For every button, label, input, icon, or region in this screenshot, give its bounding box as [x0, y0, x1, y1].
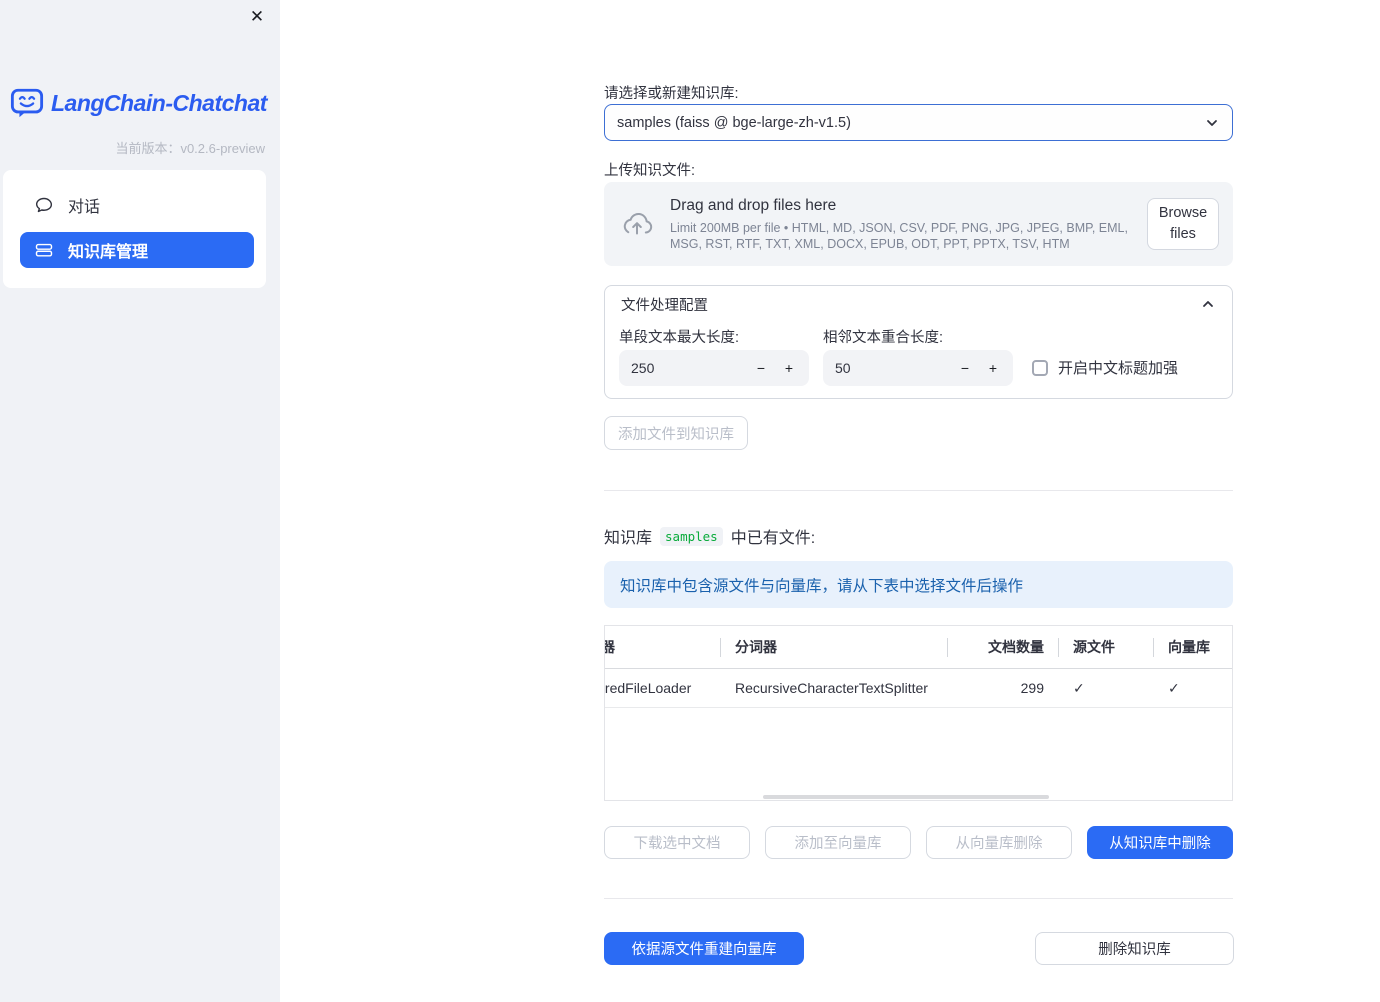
- chunk-size-input[interactable]: 250 − +: [619, 350, 809, 386]
- file-actions-row: 下载选中文档 添加至向量库 从向量库删除 从知识库中删除: [604, 826, 1233, 859]
- sidebar-item-dialogue[interactable]: 对话: [20, 187, 254, 223]
- app-title: LangChain-Chatchat: [51, 89, 267, 116]
- rebuild-vector-store-button[interactable]: 依据源文件重建向量库: [604, 932, 804, 965]
- existing-files-heading: 知识库 samples 中已有文件:: [604, 524, 815, 548]
- dropzone-title: Drag and drop files here: [670, 196, 837, 214]
- divider: [604, 490, 1233, 491]
- chunk-overlap-input[interactable]: 50 − +: [823, 350, 1013, 386]
- file-config-title: 文件处理配置: [621, 297, 708, 314]
- kb-select-dropdown[interactable]: samples (faiss @ bge-large-zh-v1.5): [604, 104, 1233, 141]
- chunk-overlap-value: 50: [835, 360, 851, 376]
- chunk-overlap-minus-button[interactable]: −: [951, 352, 979, 384]
- chevron-down-icon: [1204, 115, 1220, 131]
- sidebar-item-label: 知识库管理: [68, 244, 149, 261]
- info-alert: 知识库中包含源文件与向量库，请从下表中选择文件后操作: [604, 561, 1233, 608]
- browse-files-button[interactable]: Browse files: [1147, 198, 1219, 250]
- chat-bubble-icon: [34, 195, 54, 215]
- table-horizontal-scrollbar[interactable]: [763, 795, 1049, 799]
- download-selected-button[interactable]: 下载选中文档: [604, 826, 750, 859]
- cell-vector-store-check: ✓: [1168, 679, 1180, 696]
- cloud-upload-icon: [620, 210, 654, 238]
- header-doc-count[interactable]: 文档数量: [947, 626, 1058, 668]
- chunk-overlap-plus-button[interactable]: +: [979, 352, 1007, 384]
- zh-title-enhance-row: 开启中文标题加强: [1032, 357, 1178, 378]
- main-content: 请选择或新建知识库: samples (faiss @ bge-large-zh…: [604, 0, 1234, 1002]
- zh-title-enhance-label[interactable]: 开启中文标题加强: [1058, 357, 1178, 378]
- divider: [604, 898, 1233, 899]
- kb-name-code-chip: samples: [660, 526, 723, 546]
- dropzone-limit-text: Limit 200MB per file • HTML, MD, JSON, C…: [670, 220, 1128, 251]
- table-header-row: 文档加载器 分词器 文档数量 源文件 向量库: [605, 626, 1232, 669]
- kb-select-value: samples (faiss @ bge-large-zh-v1.5): [617, 114, 851, 131]
- chunk-size-value: 250: [631, 360, 655, 376]
- file-config-expander-header[interactable]: 文件处理配置: [605, 286, 1232, 322]
- delete-kb-button[interactable]: 删除知识库: [1035, 932, 1234, 965]
- kb-files-grid: 文档加载器 分词器 文档数量 源文件 向量库 UnstructuredFileL…: [604, 626, 1232, 708]
- version-text: 当前版本：v0.2.6-preview: [115, 141, 265, 156]
- delete-from-vector-store-button[interactable]: 从向量库删除: [926, 826, 1072, 859]
- cell-splitter: RecursiveCharacterTextSplitter: [735, 680, 928, 696]
- sidebar-close-icon[interactable]: ✕: [246, 6, 268, 28]
- chunk-size-label: 单段文本最大长度:: [619, 330, 740, 346]
- file-dropzone[interactable]: Drag and drop files here Limit 200MB per…: [604, 182, 1233, 266]
- kb-select-label: 请选择或新建知识库:: [604, 86, 739, 102]
- sidebar: ✕ LangChain-Chatchat 当前版本：v0.2.6-preview…: [0, 0, 280, 1002]
- sidebar-item-knowledge-base[interactable]: 知识库管理: [20, 232, 254, 268]
- app-logo: LangChain-Chatchat: [10, 87, 267, 119]
- info-alert-text: 知识库中包含源文件与向量库，请从下表中选择文件后操作: [620, 577, 1024, 595]
- add-to-vector-store-button[interactable]: 添加至向量库: [765, 826, 911, 859]
- chevron-up-icon: [1200, 296, 1216, 312]
- header-doc-loader[interactable]: 文档加载器: [605, 626, 720, 668]
- sidebar-nav-card: 对话 知识库管理: [3, 170, 266, 288]
- sidebar-item-label: 对话: [68, 199, 101, 216]
- header-source-file[interactable]: 源文件: [1058, 626, 1153, 668]
- cell-doc-loader: UnstructuredFileLoader: [604, 680, 692, 696]
- stacked-list-icon: [34, 240, 54, 260]
- existing-files-prefix: 知识库: [604, 530, 653, 547]
- chunk-overlap-label: 相邻文本重合长度:: [823, 330, 944, 346]
- chunk-size-plus-button[interactable]: +: [775, 352, 803, 384]
- cell-doc-count: 299: [1020, 680, 1044, 696]
- delete-from-kb-button[interactable]: 从知识库中删除: [1087, 826, 1233, 859]
- add-files-to-kb-button[interactable]: 添加文件到知识库: [604, 416, 748, 450]
- chat-smiley-logo-icon: [10, 87, 44, 119]
- kb-files-table: 文档加载器 分词器 文档数量 源文件 向量库 UnstructuredFileL…: [604, 625, 1233, 801]
- upload-label: 上传知识文件:: [604, 163, 696, 179]
- header-splitter[interactable]: 分词器: [720, 626, 947, 668]
- chunk-size-minus-button[interactable]: −: [747, 352, 775, 384]
- cell-source-file-check: ✓: [1073, 679, 1085, 696]
- existing-files-suffix: 中已有文件:: [730, 530, 816, 547]
- zh-title-enhance-checkbox[interactable]: [1032, 359, 1048, 376]
- header-vector-store[interactable]: 向量库: [1153, 626, 1232, 668]
- file-config-expander: 文件处理配置 单段文本最大长度: 相邻文本重合长度: 250 − + 50 − …: [604, 285, 1233, 399]
- table-row[interactable]: UnstructuredFileLoader RecursiveCharacte…: [604, 669, 1232, 708]
